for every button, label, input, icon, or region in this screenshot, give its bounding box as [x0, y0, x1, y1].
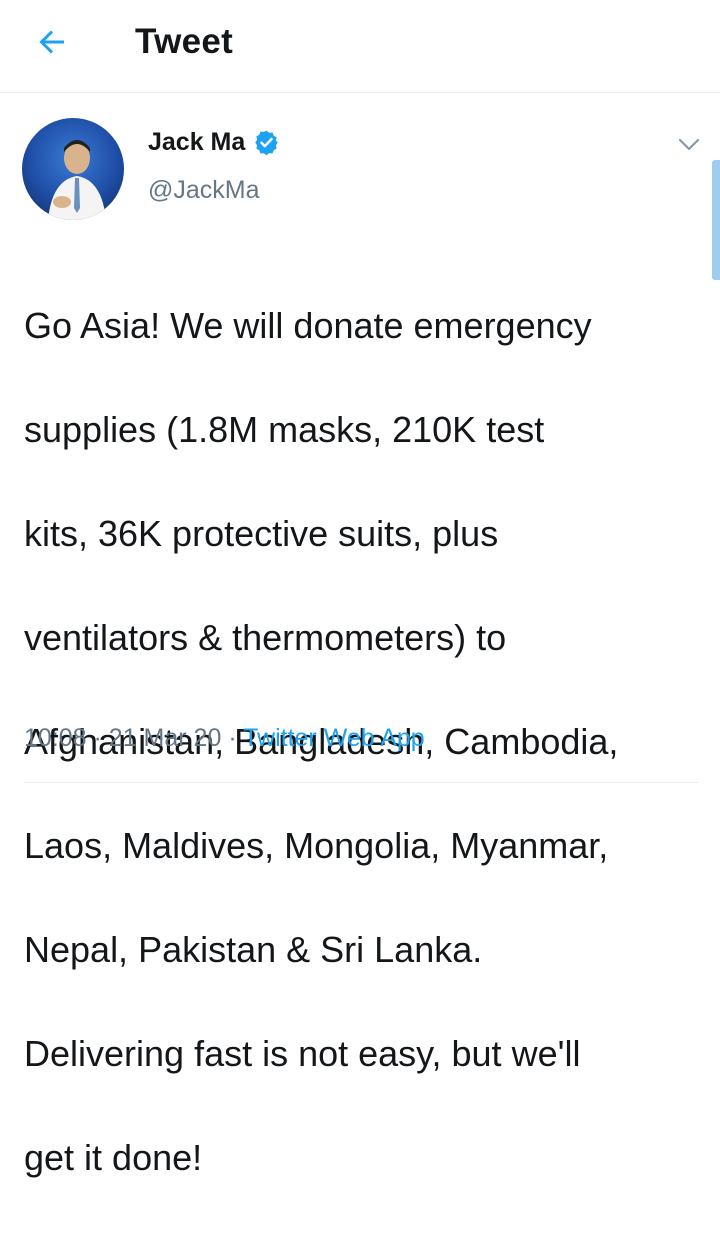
avatar[interactable] [22, 118, 124, 220]
tweet-time[interactable]: 10:08 [24, 724, 87, 752]
author-name[interactable]: Jack Ma [148, 128, 245, 157]
tweet-text-line: ventilators & thermometers) to [24, 617, 507, 658]
tweet-meta: 10:08 · 21 Mar 20 · Twitter Web App [24, 724, 425, 753]
tweet-text-line: Go Asia! We will donate emergency [24, 305, 592, 346]
top-bar: Tweet [0, 0, 720, 93]
tweet-text-line: Nepal, Pakistan & Sri Lanka. [24, 929, 483, 970]
tweet-text-line: kits, 36K protective suits, plus [24, 513, 499, 554]
author-handle[interactable]: @JackMa [148, 176, 260, 205]
verified-badge-icon [253, 129, 280, 156]
tweet-date[interactable]: 21 Mar 20 [109, 724, 222, 752]
tweet-text-line: get it done! [24, 1137, 203, 1178]
meta-separator: · [93, 724, 102, 752]
tweet-source-link[interactable]: Twitter Web App [243, 724, 425, 752]
meta-separator: · [228, 724, 237, 752]
tweet-text-line: Laos, Maldives, Mongolia, Myanmar, [24, 825, 609, 866]
tweet-text-line: supplies (1.8M masks, 210K test [24, 409, 545, 450]
page-title: Tweet [135, 22, 234, 61]
divider [24, 782, 698, 783]
chevron-down-icon[interactable] [674, 130, 704, 160]
author-row[interactable]: Jack Ma [148, 128, 280, 157]
tweet-text-line: Delivering fast is not easy, but we'll [24, 1033, 581, 1074]
back-arrow-icon[interactable] [30, 20, 74, 64]
